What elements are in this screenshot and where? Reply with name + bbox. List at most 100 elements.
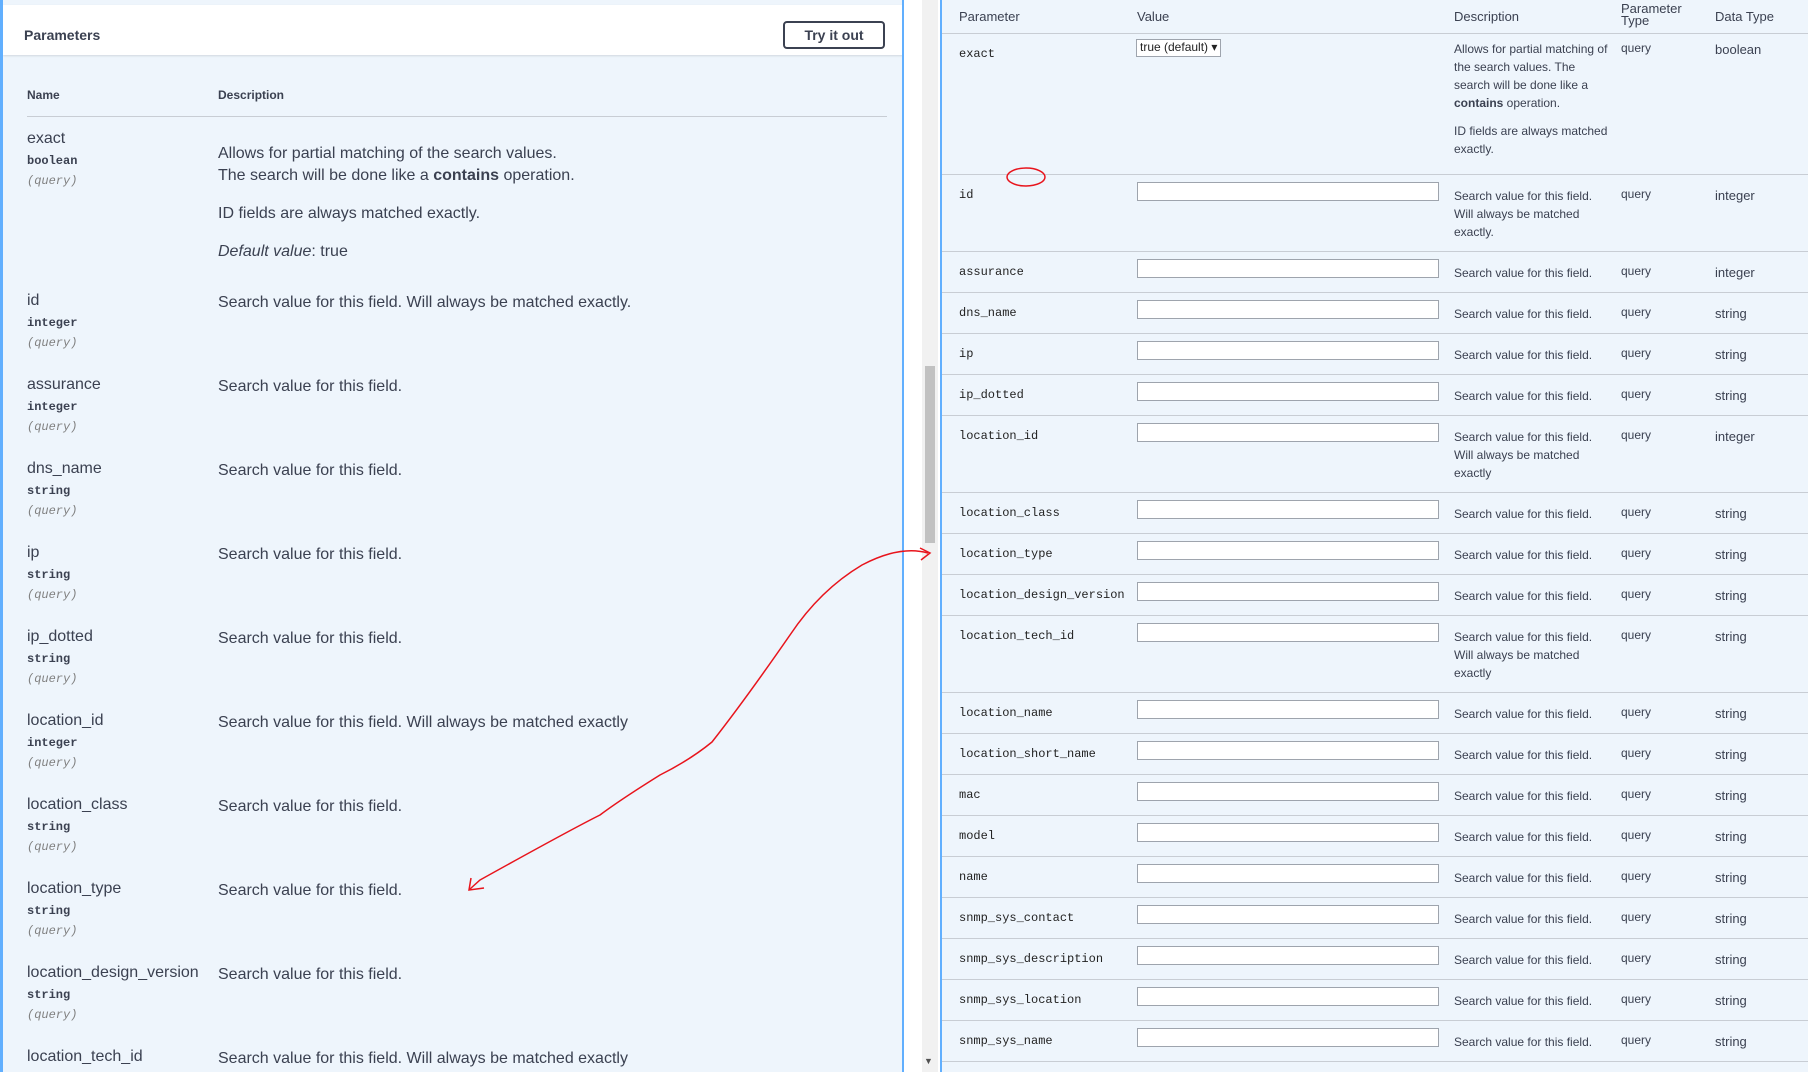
parameter-location: (query) bbox=[27, 672, 78, 686]
model-input[interactable] bbox=[1137, 823, 1439, 842]
parameter-name: ip bbox=[27, 544, 40, 561]
parameter-name: snmp_sys_name bbox=[959, 1034, 1053, 1048]
parameter-type: integer bbox=[27, 736, 78, 750]
parameter-type: string bbox=[27, 904, 71, 918]
parameter-table-header: Parameter Value Description Parameter Ty… bbox=[942, 0, 1808, 34]
table-row-location-class: location_class Search value for this fiel… bbox=[942, 493, 1808, 534]
column-data-type-header: Data Type bbox=[1715, 9, 1775, 24]
parameter-name: location_design_version bbox=[959, 588, 1125, 602]
snmp-sys-contact-input[interactable] bbox=[1137, 905, 1439, 924]
parameter-name: location_id bbox=[959, 429, 1039, 443]
parameter-description: Search value for this field. Will always… bbox=[218, 294, 632, 311]
parameter-type: string bbox=[27, 988, 71, 1002]
table-row-ip: ip Search value for this field. query strin… bbox=[942, 334, 1808, 375]
parameter-name: location_type bbox=[27, 880, 122, 897]
location-name-input[interactable] bbox=[1137, 700, 1439, 719]
column-parameter-type-header: Parameter Type bbox=[1621, 1, 1682, 28]
location-class-input[interactable] bbox=[1137, 500, 1439, 519]
parameter-type: query bbox=[1621, 346, 1652, 360]
dns-name-input[interactable] bbox=[1137, 300, 1439, 319]
parameter-name: ip bbox=[959, 347, 974, 361]
parameter-description: Search value for this field. bbox=[218, 798, 403, 815]
table-row-snmp-sys-description: snmp_sys_description Search value for thi… bbox=[942, 939, 1808, 980]
exact-select[interactable]: true (default) ▾ bbox=[1136, 39, 1222, 57]
parameter-description: Search value for this field. Will always… bbox=[218, 714, 628, 731]
parameter-type: string bbox=[27, 820, 71, 834]
name-input[interactable] bbox=[1137, 864, 1439, 883]
parameter-type: query bbox=[1621, 387, 1652, 401]
vertical-scrollbar[interactable]: ▼ bbox=[922, 0, 938, 1072]
description-line: ID fields are always matched exactly. bbox=[218, 205, 481, 222]
id-input[interactable] bbox=[1137, 182, 1439, 201]
parameter-description: Search value for this field. bbox=[1454, 830, 1593, 844]
data-type: string bbox=[1715, 788, 1747, 803]
parameter-name: location_name bbox=[959, 706, 1053, 720]
parameter-description: Search value for this field. bbox=[1454, 912, 1593, 926]
column-name-header: Name bbox=[27, 88, 60, 102]
parameter-type: query bbox=[1621, 428, 1652, 442]
parameter-name: location_design_version bbox=[27, 964, 199, 981]
try-it-out-button[interactable]: Try it out bbox=[783, 21, 885, 49]
parameter-type: query bbox=[1621, 828, 1652, 842]
parameter-description: Search value for this field. bbox=[1454, 548, 1593, 562]
parameter-name: snmp_sys_location bbox=[959, 993, 1082, 1007]
parameter-type: query bbox=[1621, 305, 1652, 319]
location-design-version-input[interactable] bbox=[1137, 582, 1439, 601]
table-row-snmp-sys-contact: snmp_sys_contact Search value for this fi… bbox=[942, 898, 1808, 939]
parameter-description: Search value for this field. Will always… bbox=[218, 1050, 628, 1067]
parameter-location: (query) bbox=[27, 756, 78, 770]
parameter-description: Search value for this field. bbox=[218, 378, 403, 395]
ip-input[interactable] bbox=[1137, 341, 1439, 360]
scrollbar-thumb[interactable] bbox=[925, 366, 935, 543]
data-type: boolean bbox=[1715, 42, 1762, 57]
mac-input[interactable] bbox=[1137, 782, 1439, 801]
table-row-name: name Search value for this field. query str… bbox=[942, 857, 1808, 898]
parameter-description: Search value for this field. bbox=[1454, 266, 1593, 280]
data-type: string bbox=[1715, 952, 1747, 967]
location-id-input[interactable] bbox=[1137, 423, 1439, 442]
table-row-id: id Search value for this field. Will alwa… bbox=[942, 175, 1808, 252]
parameter-description: Search value for this field. bbox=[1454, 1035, 1593, 1049]
parameters-header: Parameters Try it out bbox=[3, 5, 902, 55]
snmp-sys-name-input[interactable] bbox=[1137, 1028, 1439, 1047]
parameter-name: ip_dotted bbox=[27, 628, 93, 645]
location-tech-id-input[interactable] bbox=[1137, 623, 1439, 642]
table-row-model: model Search value for this field. query st… bbox=[942, 816, 1808, 857]
parameter-type: query bbox=[1621, 1033, 1652, 1047]
parameter-location: (query) bbox=[27, 336, 78, 350]
table-row-dns-name: dns_name Search value for this field. quer… bbox=[942, 293, 1808, 334]
parameter-description: Search value for this field. Will always… bbox=[1454, 630, 1593, 680]
assurance-input[interactable] bbox=[1137, 259, 1439, 278]
parameter-location: (query) bbox=[27, 420, 78, 434]
parameter-name: mac bbox=[959, 788, 981, 802]
location-type-input[interactable] bbox=[1137, 541, 1439, 560]
data-type: string bbox=[1715, 829, 1747, 844]
ip-dotted-input[interactable] bbox=[1137, 382, 1439, 401]
parameter-description: Search value for this field. bbox=[1454, 307, 1593, 321]
parameters-column-header: Name Description bbox=[27, 82, 887, 117]
scroll-down-arrow-icon[interactable]: ▼ bbox=[924, 1056, 933, 1066]
parameter-description: Search value for this field. bbox=[1454, 748, 1593, 762]
snmp-sys-location-input[interactable] bbox=[1137, 987, 1439, 1006]
parameter-type: string bbox=[27, 568, 71, 582]
parameter-type: query bbox=[1621, 746, 1652, 760]
description-text: The search will be done like a bbox=[218, 167, 434, 184]
parameter-description: Search value for this field. bbox=[218, 882, 403, 899]
parameter-description: Allows for partial matching of the searc… bbox=[218, 143, 878, 279]
parameter-name: dns_name bbox=[27, 460, 102, 477]
parameter-name: location_short_name bbox=[959, 747, 1096, 761]
parameter-name: snmp_sys_contact bbox=[959, 911, 1075, 925]
table-row-ip-dotted: ip_dotted Search value for this field. que… bbox=[942, 375, 1808, 416]
table-row-snmp-sys-location: snmp_sys_location Search value for this f… bbox=[942, 980, 1808, 1021]
parameter-type: query bbox=[1621, 951, 1652, 965]
parameter-name: location_tech_id bbox=[959, 629, 1075, 643]
data-type: string bbox=[1715, 747, 1747, 762]
snmp-sys-description-input[interactable] bbox=[1137, 946, 1439, 965]
parameter-type: query bbox=[1621, 869, 1652, 883]
location-short-name-input[interactable] bbox=[1137, 741, 1439, 760]
parameter-name: exact bbox=[959, 47, 996, 61]
description-line: Allows for partial matching of the searc… bbox=[218, 145, 557, 162]
description-line: The search will be done like a contains … bbox=[218, 165, 878, 187]
parameter-name: name bbox=[959, 870, 988, 884]
parameter-name: exact bbox=[27, 130, 66, 147]
